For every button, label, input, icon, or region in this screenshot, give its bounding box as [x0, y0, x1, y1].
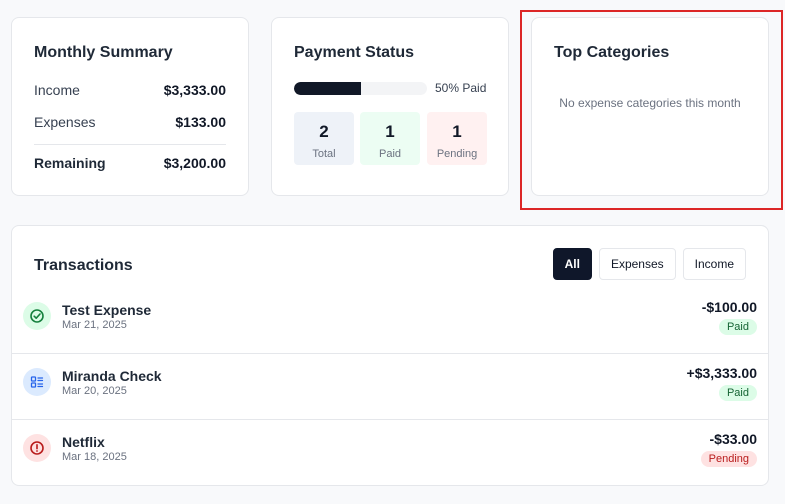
- transaction-name: Netflix: [62, 434, 105, 450]
- paid-count-box: 1 Paid: [360, 112, 420, 165]
- monthly-summary-title: Monthly Summary: [34, 44, 173, 61]
- list-icon: [23, 368, 51, 396]
- payment-status-card: Payment Status 50% Paid 2 Total 1 Paid 1…: [271, 17, 509, 196]
- transaction-date: Mar 20, 2025: [62, 385, 127, 397]
- transaction-date: Mar 21, 2025: [62, 319, 127, 331]
- transaction-amount: -$33.00: [709, 431, 757, 447]
- income-label: Income: [34, 82, 80, 98]
- status-badge: Paid: [718, 319, 757, 335]
- categories-empty-message: No expense categories this month: [559, 96, 741, 110]
- income-value: $3,333.00: [163, 82, 226, 98]
- expenses-label: Expenses: [34, 114, 96, 130]
- transactions-title: Transactions: [34, 257, 133, 274]
- expenses-value: $133.00: [175, 114, 226, 130]
- top-categories-title: Top Categories: [554, 44, 670, 61]
- status-badge: Paid: [718, 385, 757, 401]
- filter-all-button[interactable]: All: [552, 248, 592, 280]
- transaction-filters: All Expenses Income: [552, 248, 746, 280]
- pending-label: Pending: [436, 148, 478, 160]
- transaction-row[interactable]: Netflix Mar 18, 2025 -$33.00 Pending: [12, 419, 768, 486]
- total-label: Total: [312, 148, 336, 160]
- remaining-value: $3,200.00: [163, 155, 226, 171]
- transaction-date: Mar 18, 2025: [62, 451, 127, 463]
- paid-count: 1: [385, 122, 395, 141]
- payment-status-title: Payment Status: [294, 44, 415, 61]
- summary-divider: [34, 144, 226, 145]
- remaining-label: Remaining: [34, 155, 106, 171]
- transaction-name: Test Expense: [62, 302, 152, 318]
- alert-circle-icon: [23, 434, 51, 462]
- remaining-row: Remaining $3,200.00: [34, 155, 226, 171]
- paid-label: Paid: [378, 148, 402, 160]
- filter-expenses-button[interactable]: Expenses: [598, 248, 676, 280]
- transaction-row[interactable]: Test Expense Mar 21, 2025 -$100.00 Paid: [12, 288, 768, 354]
- total-count-box: 2 Total: [294, 112, 354, 165]
- transactions-card: Transactions All Expenses Income Test Ex…: [11, 225, 769, 486]
- income-row: Income $3,333.00: [34, 82, 226, 98]
- status-badge: Pending: [700, 451, 757, 467]
- transaction-name: Miranda Check: [62, 368, 162, 384]
- transaction-amount: -$100.00: [701, 299, 757, 315]
- monthly-summary-card: Monthly Summary Income $3,333.00 Expense…: [11, 17, 249, 196]
- transaction-amount: +$3,333.00: [686, 365, 757, 381]
- check-circle-icon: [23, 302, 51, 330]
- payment-progress-bar: [294, 82, 427, 95]
- top-categories-card: Top Categories No expense categories thi…: [531, 17, 769, 196]
- transaction-row[interactable]: Miranda Check Mar 20, 2025 +$3,333.00 Pa…: [12, 353, 768, 420]
- expenses-row: Expenses $133.00: [34, 114, 226, 130]
- filter-income-button[interactable]: Income: [682, 248, 746, 280]
- payment-progress-text: 50% Paid: [435, 81, 487, 95]
- total-count: 2: [319, 122, 329, 141]
- payment-progress-fill: [294, 82, 361, 95]
- pending-count: 1: [452, 122, 462, 141]
- pending-count-box: 1 Pending: [427, 112, 487, 165]
